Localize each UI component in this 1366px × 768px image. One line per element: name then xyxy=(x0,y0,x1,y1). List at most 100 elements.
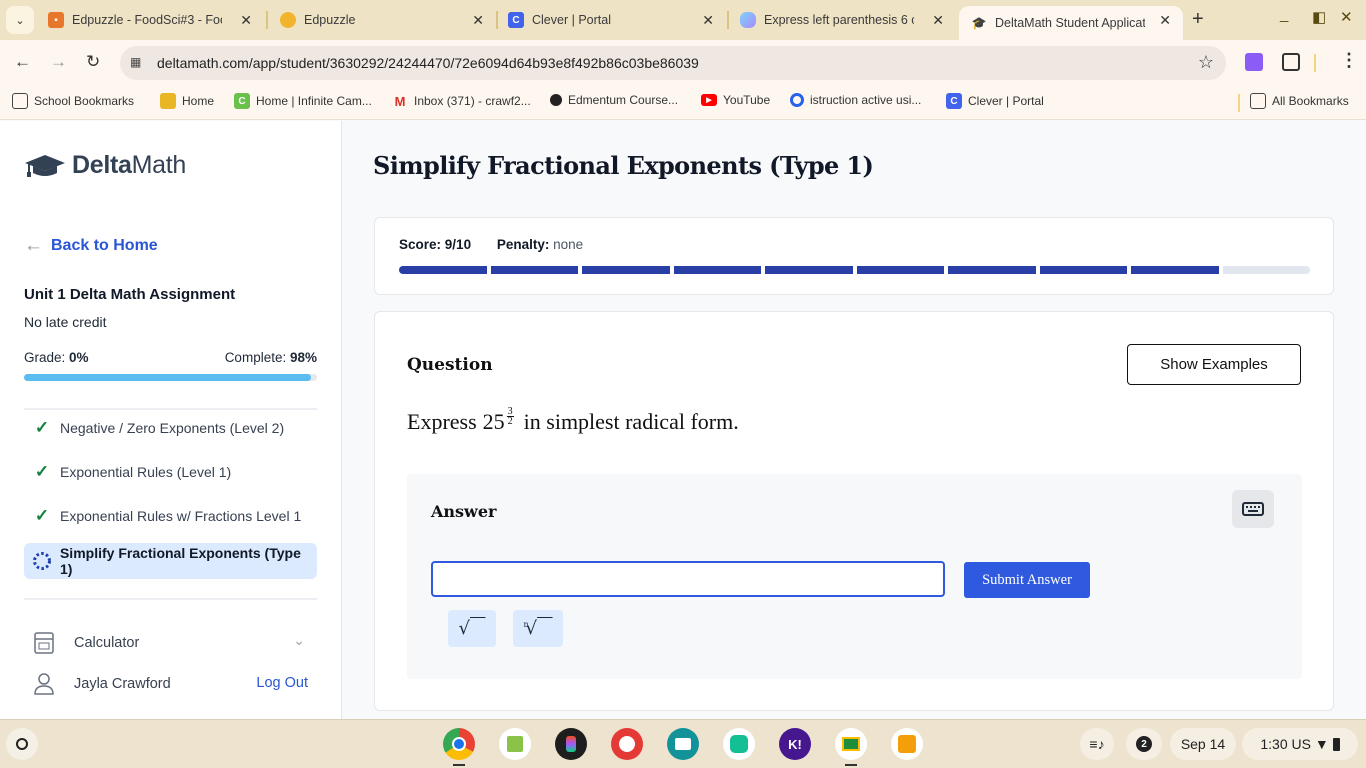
answer-input[interactable] xyxy=(431,561,945,597)
sheets-app-icon[interactable] xyxy=(499,728,531,760)
extensions-puzzle-icon[interactable] xyxy=(1282,53,1300,71)
url-text[interactable]: deltamath.com/app/student/3630292/242444… xyxy=(157,55,699,71)
chrome-app-icon[interactable] xyxy=(443,728,475,760)
question-exponent: 3 2 xyxy=(506,406,514,427)
skill-item[interactable]: ✓ Exponential Rules w/ Fractions Level 1 xyxy=(24,498,317,534)
deltamath-icon: 🎓 xyxy=(971,16,987,30)
tab-edpuzzle[interactable]: Edpuzzle ✕ xyxy=(268,0,496,40)
gmail-icon: M xyxy=(394,93,406,109)
bookmark-infinite-campus[interactable]: C Home | Infinite Cam... xyxy=(234,93,372,109)
plus-icon: + xyxy=(1192,8,1204,30)
user-row: Jayla Crawford Log Out xyxy=(24,669,317,699)
bookmark-youtube[interactable]: ▶ YouTube xyxy=(701,93,770,107)
deltamath-logo[interactable]: DeltaMath xyxy=(24,151,186,180)
folder-icon xyxy=(12,93,28,109)
tab-search-button[interactable]: ⌄ xyxy=(6,6,34,34)
bookmark-edmentum[interactable]: Edmentum Course... xyxy=(550,93,678,107)
mic-app-icon[interactable] xyxy=(891,728,923,760)
close-tab-icon[interactable]: ✕ xyxy=(932,12,944,29)
classroom-icon xyxy=(160,93,176,109)
active-app-indicator xyxy=(845,764,857,766)
clever-icon: C xyxy=(508,12,524,28)
grade-summary: Grade: 0% Complete: 98% xyxy=(24,350,317,365)
date-button[interactable]: Sep 14 xyxy=(1170,728,1236,760)
kebab-menu-icon[interactable]: ⋮ xyxy=(1340,50,1358,71)
reload-icon[interactable]: ↻ xyxy=(86,52,100,72)
main-content: Simplify Fractional Exponents (Type 1) S… xyxy=(343,121,1366,719)
launcher-circle-icon xyxy=(16,738,28,750)
bookmark-school-bookmarks[interactable]: School Bookmarks xyxy=(12,93,134,109)
score-segment-complete xyxy=(673,266,761,274)
minimize-button[interactable]: _ xyxy=(1280,6,1288,23)
new-tab-button[interactable]: + xyxy=(1192,8,1204,31)
address-bar[interactable]: ▦ deltamath.com/app/student/3630292/2424… xyxy=(120,46,1226,80)
site-info-icon[interactable]: ▦ xyxy=(130,55,144,69)
google-classroom-app-icon[interactable] xyxy=(835,728,867,760)
close-tab-icon[interactable]: ✕ xyxy=(1159,12,1171,29)
search-bubble-icon xyxy=(790,93,804,107)
nth-root-button[interactable]: n√ xyxy=(513,610,563,647)
bookmark-clever[interactable]: C Clever | Portal xyxy=(946,93,1044,109)
skill-item[interactable]: ✓ Negative / Zero Exponents (Level 2) xyxy=(24,410,317,446)
checkmark-icon: ✓ xyxy=(34,506,50,525)
user-icon xyxy=(34,673,54,695)
completion-progress-bar xyxy=(24,374,317,381)
launcher-button[interactable] xyxy=(6,728,38,760)
arrow-left-icon: ← xyxy=(24,235,43,256)
notifications-button[interactable]: 2 xyxy=(1126,728,1162,760)
grade-text: Grade: 0% xyxy=(24,350,89,365)
all-bookmarks[interactable]: All Bookmarks xyxy=(1250,93,1349,109)
tab-clever[interactable]: C Clever | Portal ✕ xyxy=(496,0,726,40)
checkmark-icon: ✓ xyxy=(34,462,50,481)
media-controls-button[interactable]: ≡♪ xyxy=(1080,728,1114,760)
score-segment-complete xyxy=(582,266,670,274)
logout-link[interactable]: Log Out xyxy=(256,675,308,691)
bookmark-gmail[interactable]: M Inbox (371) - crawf2... xyxy=(392,93,531,109)
user-name: Jayla Crawford xyxy=(74,676,171,692)
show-examples-button[interactable]: Show Examples xyxy=(1127,344,1301,385)
score-segment-complete xyxy=(1131,266,1219,274)
maximize-button[interactable]: ◧ xyxy=(1312,8,1326,26)
khan-kids-app-icon[interactable] xyxy=(723,728,755,760)
tab-edpuzzle-foodsci[interactable]: ▪ Edpuzzle - FoodSci#3 - Food A ✕ xyxy=(36,0,264,40)
edmentum-icon xyxy=(550,94,562,106)
figma-app-icon[interactable] xyxy=(555,728,587,760)
close-tab-icon[interactable]: ✕ xyxy=(702,12,714,29)
question-card: Question Show Examples Express 25 3 2 in… xyxy=(374,311,1334,711)
completion-progress-fill xyxy=(24,374,312,381)
back-arrow-icon[interactable]: ← xyxy=(14,52,31,72)
close-tab-icon[interactable]: ✕ xyxy=(240,12,252,29)
keyboard-toggle-button[interactable] xyxy=(1232,490,1274,528)
bookmark-home[interactable]: Home xyxy=(160,93,214,109)
score-segment-complete xyxy=(765,266,853,274)
paint-app-icon[interactable] xyxy=(611,728,643,760)
back-to-home-link[interactable]: ← Back to Home xyxy=(24,235,158,257)
assignment-title: Unit 1 Delta Math Assignment xyxy=(24,286,236,303)
in-progress-spinner-icon xyxy=(24,551,60,571)
skill-item[interactable]: ✓ Exponential Rules (Level 1) xyxy=(24,454,317,490)
skill-item-active[interactable]: Simplify Fractional Exponents (Type 1) xyxy=(24,543,317,579)
extension-rw-icon[interactable] xyxy=(1245,53,1263,71)
submit-answer-button[interactable]: Submit Answer xyxy=(964,562,1090,598)
logo-bold-text: Delta xyxy=(72,151,132,179)
screencast-app-icon[interactable] xyxy=(667,728,699,760)
kahoot-app-icon[interactable]: K! xyxy=(779,728,811,760)
close-window-button[interactable]: ✕ xyxy=(1340,8,1353,26)
keyboard-icon xyxy=(1242,502,1264,516)
bookmark-istruction[interactable]: istruction active usi... xyxy=(790,93,921,107)
calculator-toggle[interactable]: Calculator ⌄ xyxy=(24,628,317,658)
score-segment-complete xyxy=(948,266,1036,274)
calculator-icon xyxy=(34,632,54,654)
bookmarks-divider xyxy=(1238,94,1240,112)
square-root-button[interactable]: √ xyxy=(448,610,496,647)
status-area[interactable]: 1:30 US ▼ xyxy=(1242,728,1358,760)
nth-root-icon: n√ xyxy=(523,618,538,639)
tab-deltamath[interactable]: 🎓 DeltaMath Student Applicatio ✕ xyxy=(959,6,1183,40)
bookmark-star-icon[interactable]: ☆ xyxy=(1198,52,1214,73)
sidebar-divider xyxy=(24,598,317,600)
youtube-icon: ▶ xyxy=(701,94,717,106)
forward-arrow-icon[interactable]: → xyxy=(50,52,67,72)
question-text: Express 25 3 2 in simplest radical form. xyxy=(407,406,739,435)
tab-express[interactable]: Express left parenthesis 6 cub ✕ xyxy=(728,0,956,40)
close-tab-icon[interactable]: ✕ xyxy=(472,12,484,29)
